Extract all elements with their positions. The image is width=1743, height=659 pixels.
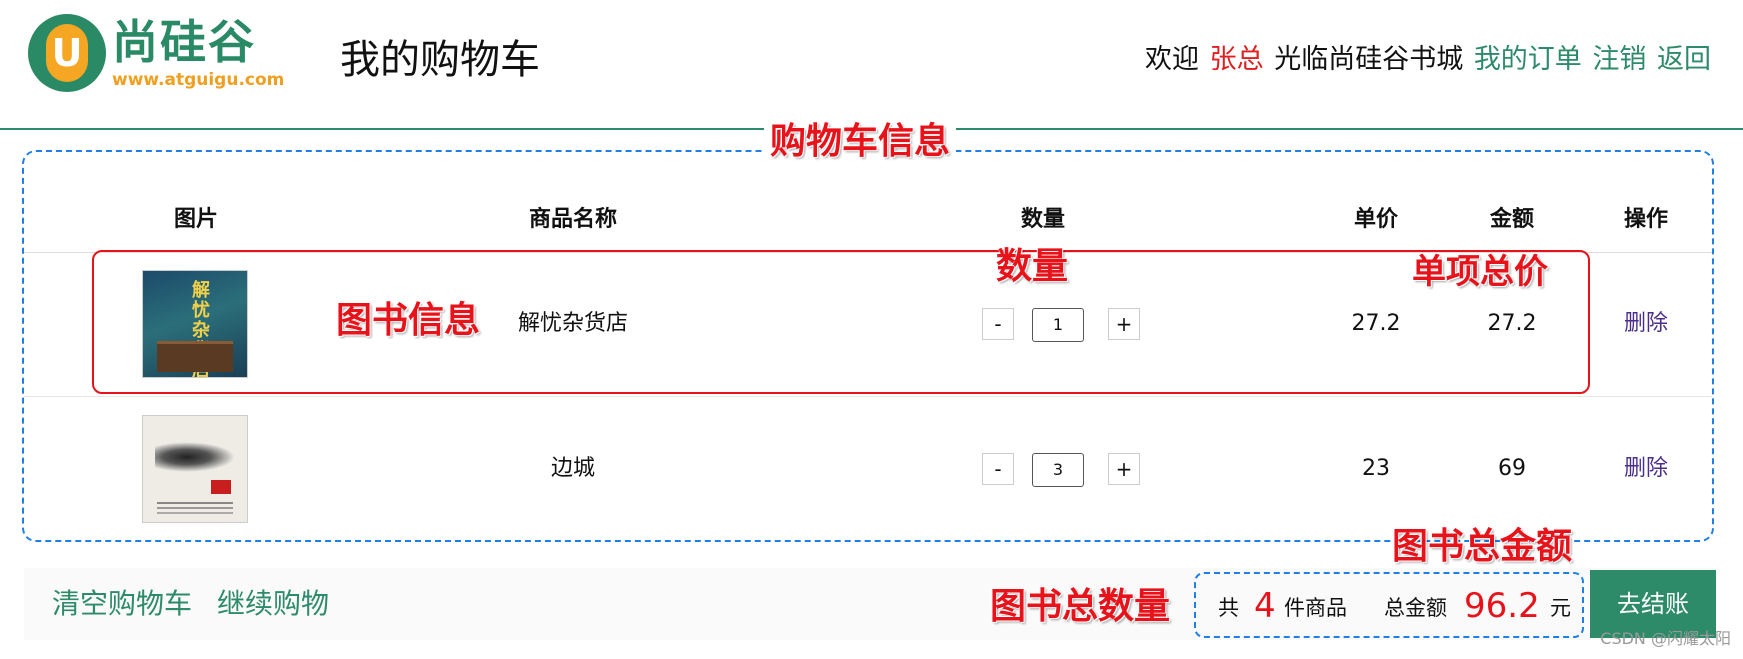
decrease-quantity-button[interactable]: -: [982, 453, 1014, 485]
page-title: 我的购物车: [340, 37, 540, 83]
logout-link[interactable]: 注销: [1592, 44, 1646, 75]
summary-box: 共 4 件商品 总金额 96.2 元: [1194, 572, 1584, 638]
table-row: 边城 - 3 + 23 69 删除: [24, 397, 1712, 541]
clear-cart-link[interactable]: 清空购物车: [52, 586, 192, 622]
book-info-highlight: [92, 250, 1590, 394]
username: 张总: [1209, 44, 1264, 75]
column-header-image: 图片: [173, 207, 218, 232]
table-header: 图片 商品名称 数量 单价 金额 操作: [24, 188, 1712, 253]
increase-quantity-button[interactable]: +: [1108, 453, 1140, 485]
annotation-grand-total: 图书总金额: [1392, 526, 1573, 567]
checkout-button[interactable]: 去结账: [1590, 570, 1716, 638]
continue-shopping-link[interactable]: 继续购物: [217, 586, 329, 622]
total-amount: 96.2: [1464, 586, 1540, 626]
quantity-input[interactable]: 3: [1032, 453, 1084, 487]
welcome-prefix: 欢迎: [1145, 44, 1200, 75]
book-cover-cell: [24, 397, 368, 541]
logo-name: 尚硅谷: [112, 15, 256, 69]
back-link[interactable]: 返回: [1657, 44, 1711, 75]
delete-cell: 删除: [1580, 397, 1712, 541]
column-header-price: 单价: [1353, 207, 1398, 232]
currency-label: 元: [1550, 596, 1571, 620]
count-suffix: 件商品: [1284, 596, 1347, 620]
annotation-item-total: 单项总价: [1412, 252, 1548, 292]
header: U 尚硅谷 www.atguigu.com 我的购物车 欢迎 张总 光临尚硅谷书…: [0, 0, 1743, 130]
column-header-name: 商品名称: [528, 207, 617, 232]
delete-cell: 删除: [1580, 252, 1712, 396]
annotation-quantity: 数量: [996, 246, 1069, 287]
total-amount-label: 总金额: [1384, 596, 1447, 620]
welcome-suffix: 光临尚硅谷书城: [1274, 44, 1464, 75]
cart-footer: 清空购物车 继续购物 共 4 件商品 总金额 96.2 元 去结账: [24, 568, 1716, 640]
count-prefix: 共: [1218, 596, 1239, 620]
top-nav: 欢迎 张总 光临尚硅谷书城 我的订单 注销 返回: [1143, 40, 1711, 80]
logo-letter: U: [51, 31, 83, 75]
total-count: 4: [1254, 586, 1276, 626]
book-cover-stamp: [211, 480, 231, 494]
annotation-cart-info: 购物车信息: [764, 118, 957, 166]
book-cover-ink-art: [155, 442, 235, 472]
quantity-stepper: - 3 +: [778, 397, 1308, 541]
unit-price: 23: [1362, 456, 1390, 481]
book-cover-image[interactable]: [142, 415, 248, 523]
column-header-amount: 金额: [1489, 207, 1534, 232]
column-header-action: 操作: [1623, 207, 1668, 232]
column-header-quantity: 数量: [1020, 207, 1065, 232]
delete-link[interactable]: 删除: [1624, 456, 1668, 481]
delete-link[interactable]: 删除: [1624, 311, 1668, 336]
annotation-book-info: 图书信息: [336, 300, 481, 341]
logo-url: www.atguigu.com: [112, 70, 285, 90]
watermark: CSDN @闪耀太阳: [1600, 629, 1731, 648]
book-cover-text-lines: [157, 502, 233, 504]
logo[interactable]: U 尚硅谷 www.atguigu.com: [28, 14, 296, 94]
my-orders-link[interactable]: 我的订单: [1474, 44, 1582, 75]
quantity-cell: - 3 +: [778, 397, 1308, 541]
book-name: 边城: [550, 456, 595, 481]
annotation-total-count: 图书总数量: [990, 586, 1171, 627]
item-amount: 69: [1498, 456, 1526, 481]
